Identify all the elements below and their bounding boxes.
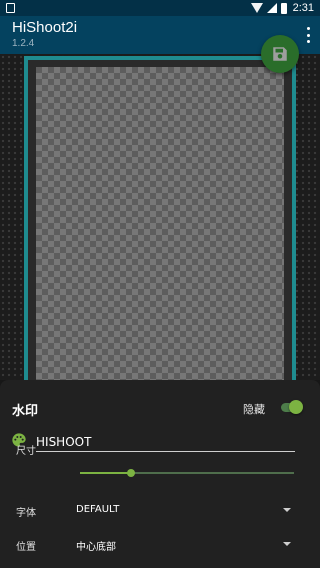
app-version: 1.2.4 xyxy=(12,38,35,49)
status-icons: 2:31 xyxy=(250,2,314,14)
battery-icon xyxy=(280,2,287,14)
font-select[interactable]: DEFAULT xyxy=(76,504,295,520)
toggle-thumb xyxy=(289,400,303,414)
slider-knob[interactable] xyxy=(127,469,136,477)
hide-label: 隐藏 xyxy=(243,403,265,416)
device-frame xyxy=(24,56,296,380)
font-label: 字体 xyxy=(16,508,36,519)
slider-fill xyxy=(80,472,132,474)
save-icon xyxy=(273,47,287,61)
dropdown-arrow-icon xyxy=(283,542,291,546)
overflow-menu-icon[interactable] xyxy=(305,27,311,43)
hide-toggle[interactable] xyxy=(281,400,303,414)
app-title: HiShoot2i xyxy=(12,19,78,36)
screenshot-placeholder[interactable] xyxy=(36,67,284,380)
save-button[interactable] xyxy=(261,35,299,73)
dropdown-arrow-icon xyxy=(283,508,291,512)
size-slider[interactable] xyxy=(80,466,294,480)
status-bar: 2:31 xyxy=(0,0,320,16)
font-select-value: DEFAULT xyxy=(76,504,120,515)
position-select-value: 中心底部 xyxy=(76,542,116,553)
position-label: 位置 xyxy=(16,542,36,553)
status-time: 2:31 xyxy=(292,2,314,14)
watermark-text-input[interactable] xyxy=(36,430,295,452)
notification-icon xyxy=(6,3,15,13)
cell-signal-icon xyxy=(266,3,277,13)
sheet-title: 水印 xyxy=(12,404,39,419)
watermark-settings-sheet: 水印 隐藏 尺寸 字体 DEFAULT 位置 中心底部 xyxy=(0,380,320,568)
wifi-icon xyxy=(250,3,263,13)
size-label: 尺寸 xyxy=(16,446,36,457)
position-select[interactable]: 中心底部 xyxy=(76,538,295,554)
